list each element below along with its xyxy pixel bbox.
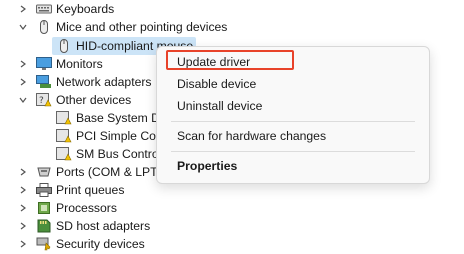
tree-item-label: Base System De: [76, 111, 167, 125]
tree-item-label: Mice and other pointing devices: [56, 20, 228, 34]
tree-item-label: Monitors: [56, 57, 103, 71]
port-icon: [36, 165, 52, 179]
tree-item-monitors[interactable]: Monitors: [0, 55, 150, 73]
chevron-right-icon[interactable]: [18, 167, 28, 177]
tree-item-other-devices[interactable]: ? Other devices: [0, 91, 150, 109]
tree-item-print-queues[interactable]: Print queues: [0, 181, 150, 199]
keyboard-icon: [36, 2, 52, 16]
device-warning-icon: [56, 111, 72, 125]
tree-item-label: Processors: [56, 201, 117, 215]
tree-item-label: SD host adapters: [56, 219, 151, 233]
tree-item-label: Other devices: [56, 93, 132, 107]
menu-separator: [171, 151, 415, 152]
monitor-icon: [36, 57, 52, 71]
chevron-right-icon[interactable]: [18, 221, 28, 231]
menu-item-label: Disable device: [177, 77, 257, 91]
unknown-device-warning-icon: ?: [36, 93, 52, 107]
tree-item-label: Print queues: [56, 183, 125, 197]
chevron-right-icon[interactable]: [18, 77, 28, 87]
chevron-right-icon[interactable]: [18, 185, 28, 195]
sd-card-icon: [36, 219, 52, 233]
menu-item-uninstall-device[interactable]: Uninstall device: [157, 95, 429, 117]
tree-item-base-system-device[interactable]: Base System De: [0, 109, 167, 127]
tree-item-ports[interactable]: Ports (COM & LPT): [0, 163, 162, 181]
menu-item-label: Uninstall device: [177, 99, 263, 113]
tree-item-label: SM Bus Contro: [76, 147, 159, 161]
device-warning-icon: [56, 147, 72, 161]
network-adapter-icon: [36, 75, 52, 89]
chevron-right-icon[interactable]: [18, 59, 28, 69]
mouse-icon: [56, 39, 72, 53]
menu-item-properties[interactable]: Properties: [157, 155, 429, 177]
chevron-right-icon[interactable]: [18, 239, 28, 249]
chevron-down-icon[interactable]: [18, 95, 28, 105]
tree-item-network-adapters[interactable]: Network adapters: [0, 73, 152, 91]
chevron-right-icon[interactable]: [18, 203, 28, 213]
chevron-right-icon[interactable]: [18, 4, 28, 14]
tree-item-sm-bus[interactable]: SM Bus Contro: [0, 145, 160, 163]
tree-item-processors[interactable]: Processors: [0, 199, 150, 217]
menu-item-scan-hardware[interactable]: Scan for hardware changes: [157, 125, 429, 147]
tree-item-security-devices[interactable]: Security devices: [0, 235, 150, 253]
device-warning-icon: [56, 129, 72, 143]
tree-item-label: Keyboards: [56, 2, 115, 16]
tree-item-label: Ports (COM & LPT): [56, 165, 162, 179]
menu-item-disable-device[interactable]: Disable device: [157, 73, 429, 95]
tree-item-pci-simple[interactable]: PCI Simple Cor: [0, 127, 160, 145]
tree-item-mice[interactable]: Mice and other pointing devices: [0, 18, 260, 36]
mouse-icon: [36, 20, 52, 34]
tree-item-label: Security devices: [56, 237, 145, 251]
tree-item-sd-host-adapters[interactable]: SD host adapters: [0, 217, 150, 235]
menu-separator: [171, 121, 415, 122]
menu-item-label: Properties: [177, 159, 238, 173]
printer-icon: [36, 183, 52, 197]
tree-item-label: PCI Simple Cor: [76, 129, 160, 143]
tree-item-label: Network adapters: [56, 75, 152, 89]
security-key-icon: [36, 237, 52, 251]
processor-icon: [36, 201, 52, 215]
tree-item-keyboards[interactable]: Keyboards: [0, 0, 240, 18]
update-driver-highlight-box: [166, 50, 294, 70]
svg-text:?: ?: [39, 96, 44, 106]
chevron-down-icon[interactable]: [18, 22, 28, 32]
menu-item-label: Scan for hardware changes: [177, 129, 327, 143]
